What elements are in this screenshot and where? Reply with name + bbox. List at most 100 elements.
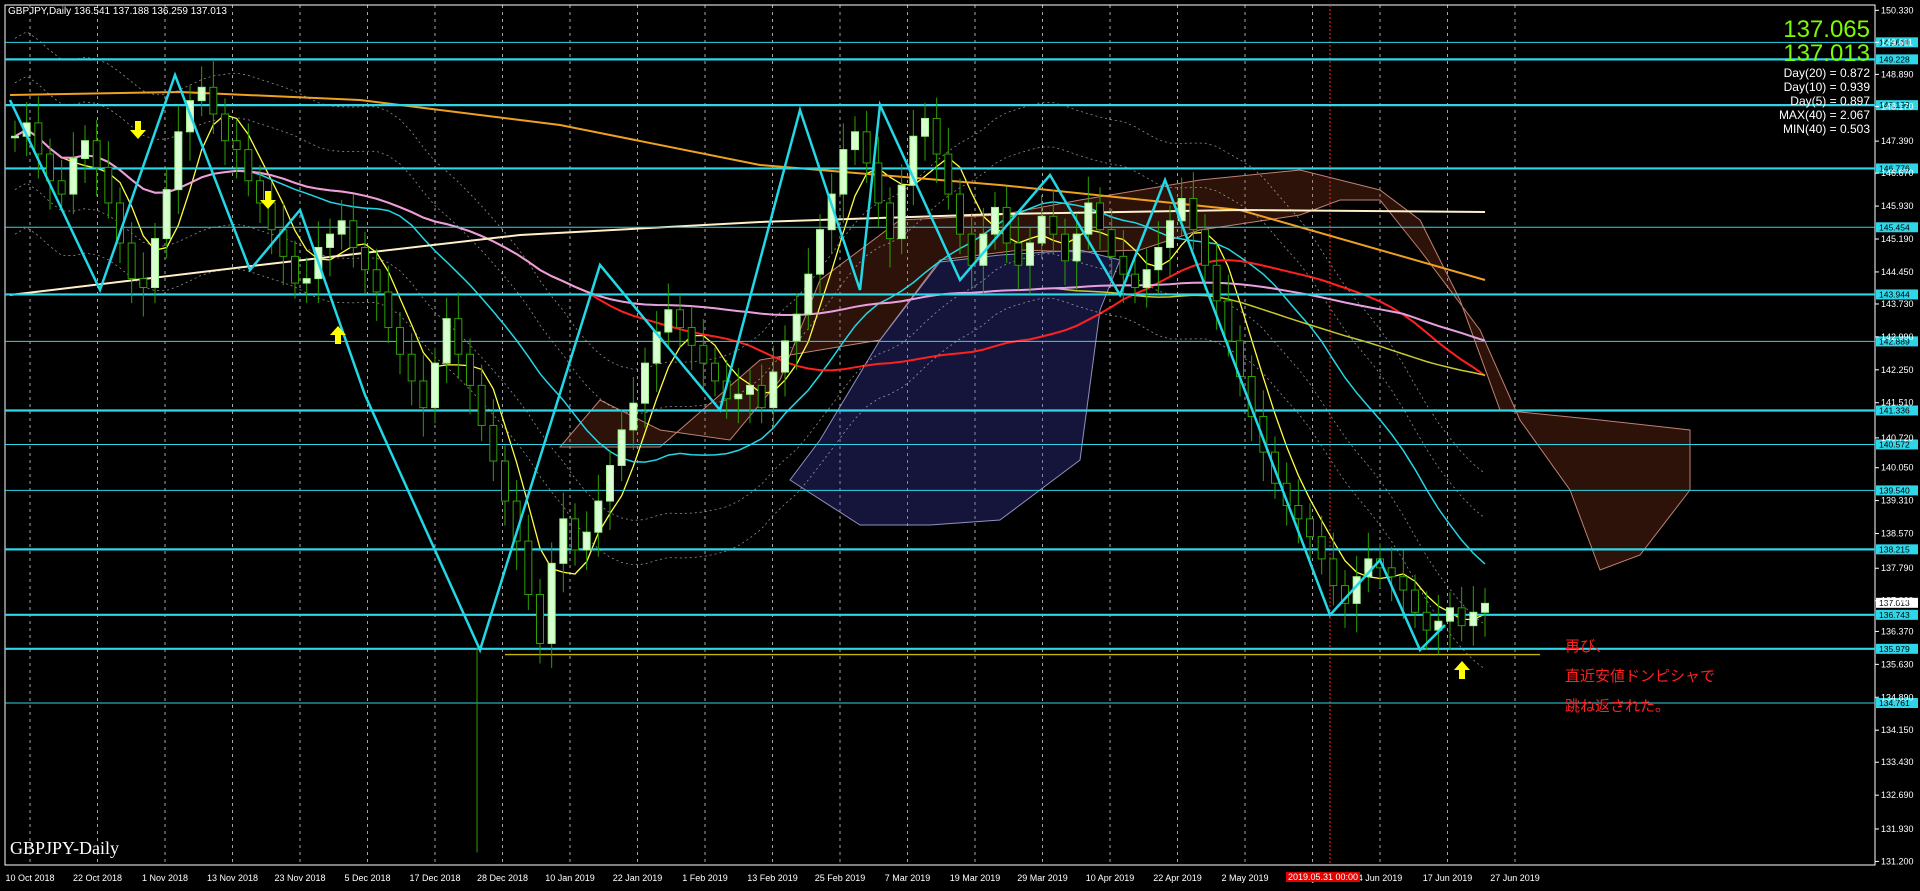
- annotation-line-1: 再び、: [1565, 638, 1611, 655]
- candle-body: [151, 238, 159, 289]
- candle-body: [361, 246, 369, 271]
- y-tick-label: 148.170: [1881, 101, 1914, 111]
- candle-body: [232, 140, 241, 151]
- x-tick-label: 17 Dec 2018: [409, 873, 460, 883]
- y-tick-label: 142.250: [1881, 365, 1914, 375]
- candle-body: [256, 180, 264, 204]
- x-tick-label: 17 Jun 2019: [1423, 873, 1473, 883]
- stat-line-1: Day(20) = 0.872: [1783, 66, 1870, 80]
- current-price-large: 137.065: [1783, 16, 1870, 43]
- candle-body: [92, 140, 101, 168]
- y-tick-label: 134.150: [1881, 725, 1914, 735]
- candle-body: [1212, 264, 1221, 302]
- x-tick-label: 22 Apr 2019: [1153, 873, 1202, 883]
- candle-body: [629, 402, 638, 431]
- candle-body: [641, 362, 649, 404]
- y-tick-label: 131.200: [1881, 856, 1914, 866]
- candle-body: [1317, 536, 1326, 560]
- candle-body: [57, 180, 66, 195]
- candle-body: [746, 384, 754, 395]
- candle-body: [606, 464, 614, 502]
- candle-body: [1329, 558, 1338, 587]
- symbol-header: GBPJPY,Daily 136.541 137.188 136.259 137…: [8, 6, 227, 17]
- candle-body: [781, 340, 789, 373]
- y-tick-label: 134.890: [1881, 692, 1914, 702]
- candle-body: [127, 242, 136, 280]
- annotation-line-3: 跳ね返された。: [1565, 698, 1671, 715]
- x-tick-label: 28 Dec 2018: [477, 873, 528, 883]
- candle-body: [944, 153, 953, 195]
- candle-body: [687, 327, 696, 346]
- x-tick-label: 10 Oct 2018: [5, 873, 54, 883]
- candle-body: [897, 184, 906, 240]
- x-tick-label: 23 Nov 2018: [274, 873, 325, 883]
- x-tick-label: 19 Mar 2019: [950, 873, 1001, 883]
- x-tick-label: 27 Jun 2019: [1490, 873, 1540, 883]
- candle-body: [1201, 229, 1209, 266]
- y-tick-label: 140.050: [1881, 463, 1914, 473]
- x-tick-label: 25 Feb 2019: [815, 873, 866, 883]
- candle-body: [1119, 255, 1128, 275]
- candle-body: [419, 380, 428, 409]
- candle-body: [69, 157, 78, 195]
- candle-body: [571, 518, 579, 551]
- candle-body: [1399, 576, 1408, 591]
- stat-line-2: Day(10) = 0.939: [1783, 80, 1870, 94]
- x-tick-label: 10 Jan 2019: [545, 873, 595, 883]
- candle-body: [862, 131, 871, 164]
- candle-body: [477, 384, 486, 426]
- chart-window: 149.611 149.228 148.199 146.776 145.454 143.9…: [0, 0, 1920, 891]
- x-tick-label: 22 Oct 2018: [73, 873, 122, 883]
- y-tick-label: 135.630: [1881, 659, 1914, 669]
- x-tick-label: 5 Dec 2018: [344, 873, 390, 883]
- y-tick-label: 140.720: [1881, 433, 1914, 443]
- candle-body: [1306, 518, 1314, 538]
- candle-body: [337, 220, 346, 235]
- candle-body: [1107, 229, 1116, 257]
- candle-body: [244, 149, 253, 182]
- candle-body: [1084, 202, 1093, 235]
- candle-body: [1154, 246, 1163, 271]
- x-tick-label: 1 Nov 2018: [142, 873, 188, 883]
- x-tick-label: 7 Mar 2019: [885, 873, 931, 883]
- candle-body: [489, 424, 498, 462]
- x-tick-label: 13 Feb 2019: [747, 873, 798, 883]
- candle-body: [291, 255, 299, 284]
- bottom-symbol-label: GBPJPY-Daily: [10, 838, 120, 858]
- candle-body: [536, 593, 544, 644]
- level-price-text: 143.944: [1879, 289, 1910, 299]
- y-tick-label: 150.330: [1881, 5, 1914, 15]
- candle-body: [81, 140, 89, 159]
- candle-body: [699, 344, 708, 364]
- candle-body: [1166, 220, 1174, 248]
- candle-body: [1469, 611, 1478, 627]
- y-tick-label: 138.570: [1881, 529, 1914, 539]
- candle-body: [932, 117, 941, 155]
- candle-body: [384, 291, 393, 329]
- y-tick-label: 145.930: [1881, 201, 1914, 211]
- candle-body: [162, 189, 171, 240]
- close-price-large: 137.013: [1783, 40, 1870, 67]
- candle-body: [1096, 202, 1104, 231]
- candle-body: [104, 166, 113, 204]
- candle-body: [874, 162, 883, 204]
- candle-body: [372, 269, 381, 293]
- candle-body: [839, 149, 848, 195]
- x-tick-label: 29 Mar 2019: [1017, 873, 1068, 883]
- candle-body: [1224, 300, 1233, 342]
- candle-body: [1422, 611, 1431, 631]
- candle-body: [1049, 215, 1058, 235]
- candle-body: [431, 362, 439, 409]
- stat-line-4: MAX(40) = 2.067: [1778, 108, 1870, 122]
- annotation-note: 再び、 直近安値ドンピシャで 跳ね返された。: [1565, 632, 1715, 722]
- candle-body: [174, 131, 183, 191]
- level-price-text: 136.743: [1879, 610, 1910, 620]
- candle-body: [524, 540, 533, 595]
- y-tick-label: 137.060: [1881, 596, 1914, 606]
- y-tick-label: 133.430: [1881, 757, 1914, 767]
- level-price-text: 145.454: [1879, 222, 1910, 232]
- candle-body: [209, 86, 218, 115]
- stat-line-3: Day(5) = 0.897: [1790, 94, 1870, 108]
- candle-body: [197, 86, 206, 102]
- candle-body: [582, 531, 591, 551]
